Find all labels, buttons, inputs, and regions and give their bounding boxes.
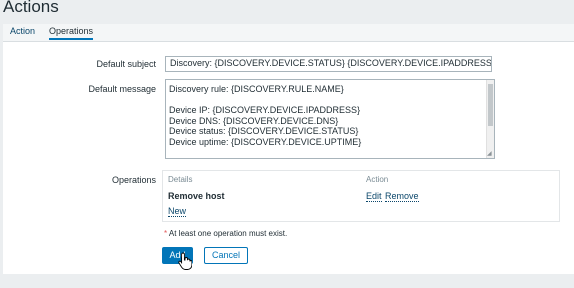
message-scrollbar-thumb[interactable]	[488, 84, 493, 126]
operation-details: Remove host	[168, 191, 225, 201]
new-operation-link[interactable]: New	[168, 206, 187, 217]
default-message-label: Default message	[88, 84, 156, 94]
tab-action[interactable]: Action	[10, 26, 35, 36]
tab-bar: Action Operations	[3, 24, 574, 42]
operation-required-note: * At least one operation must exist.	[164, 229, 287, 238]
edit-operation-link[interactable]: Edit	[366, 191, 382, 202]
required-star: *	[164, 229, 168, 238]
default-subject-input[interactable]: Discovery: {DISCOVERY.DEVICE.STATUS} {DI…	[165, 56, 492, 72]
default-message-text: Discovery rule: {DISCOVERY.RULE.NAME} De…	[169, 84, 362, 147]
default-subject-label: Default subject	[96, 59, 156, 69]
operations-action-header: Action	[366, 175, 389, 184]
hand-cursor-icon	[178, 252, 192, 270]
cancel-button[interactable]: Cancel	[204, 247, 248, 264]
message-scrollbar[interactable]	[486, 80, 494, 158]
operations-table: Details Action Remove host Edit Remove N…	[162, 170, 560, 222]
operations-details-header: Details	[168, 175, 193, 184]
tab-operations[interactable]: Operations	[49, 26, 94, 40]
operations-label: Operations	[111, 175, 156, 185]
default-message-textarea[interactable]: Discovery rule: {DISCOVERY.RULE.NAME} De…	[165, 79, 495, 159]
remove-operation-link[interactable]: Remove	[385, 191, 419, 202]
page-title: Actions	[3, 0, 59, 16]
operation-required-text: At least one operation must exist.	[168, 229, 288, 238]
resize-grip-icon[interactable]: ◢	[487, 151, 493, 157]
